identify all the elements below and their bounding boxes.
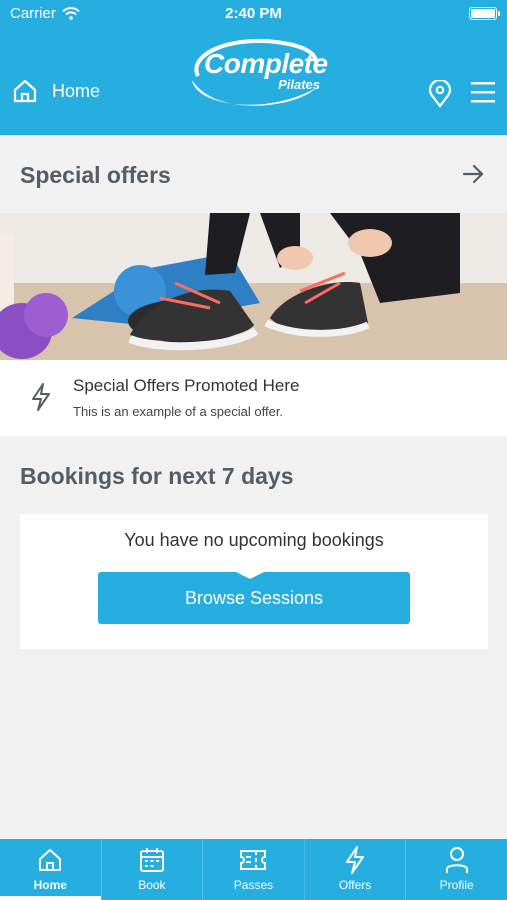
lightning-icon bbox=[346, 846, 365, 874]
tab-passes[interactable]: Passes bbox=[202, 839, 304, 900]
tab-offers[interactable]: Offers bbox=[303, 839, 406, 900]
tab-profile[interactable]: Profile bbox=[405, 839, 507, 900]
tab-home-label: Home bbox=[33, 878, 67, 892]
ticket-icon bbox=[240, 850, 267, 870]
home-icon bbox=[13, 79, 37, 103]
calendar-icon bbox=[139, 848, 164, 872]
tab-book[interactable]: Book bbox=[100, 839, 203, 900]
offer-description: This is an example of a special offer. bbox=[73, 404, 284, 419]
logo-text: Complete bbox=[204, 48, 328, 79]
bookings-title: Bookings for next 7 days bbox=[20, 463, 294, 489]
bookings-header: Bookings for next 7 days bbox=[0, 436, 507, 514]
home-icon bbox=[39, 849, 62, 871]
status-bar: Carrier 2:40 PM bbox=[0, 0, 507, 28]
bookings-card: You have no upcoming bookings Browse Ses… bbox=[20, 514, 488, 649]
location-pin-icon[interactable] bbox=[428, 80, 452, 108]
tab-home[interactable]: Home bbox=[0, 839, 101, 900]
status-time: 2:40 PM bbox=[225, 5, 282, 22]
app-header: Carrier 2:40 PM Home Complete Pilates bbox=[0, 0, 507, 135]
tab-offers-label: Offers bbox=[338, 878, 372, 892]
special-offer-card[interactable]: Special Offers Promoted Here This is an … bbox=[0, 360, 507, 436]
person-icon bbox=[445, 847, 468, 873]
offer-title: Special Offers Promoted Here bbox=[73, 376, 300, 395]
tab-bar: Home Book Passes Offers Profile bbox=[0, 839, 507, 900]
no-bookings-message: You have no upcoming bookings bbox=[124, 530, 384, 550]
tab-passes-label: Passes bbox=[233, 878, 274, 892]
home-nav-link[interactable]: Home bbox=[12, 78, 100, 104]
tab-profile-label: Profile bbox=[439, 878, 474, 892]
special-offer-image[interactable] bbox=[0, 213, 507, 360]
special-offers-header[interactable]: Special offers bbox=[0, 135, 507, 213]
complete-pilates-logo: Complete Pilates bbox=[186, 36, 328, 112]
hamburger-menu-icon[interactable] bbox=[471, 81, 495, 103]
browse-sessions-button[interactable]: Browse Sessions bbox=[98, 572, 410, 624]
arrow-right-icon[interactable] bbox=[462, 164, 484, 184]
battery-icon bbox=[469, 7, 500, 20]
home-nav-label: Home bbox=[52, 80, 101, 101]
logo-subtext: Pilates bbox=[278, 77, 320, 92]
tab-book-label: Book bbox=[138, 878, 166, 892]
special-offers-title: Special offers bbox=[20, 162, 171, 188]
lightning-icon bbox=[32, 383, 50, 411]
